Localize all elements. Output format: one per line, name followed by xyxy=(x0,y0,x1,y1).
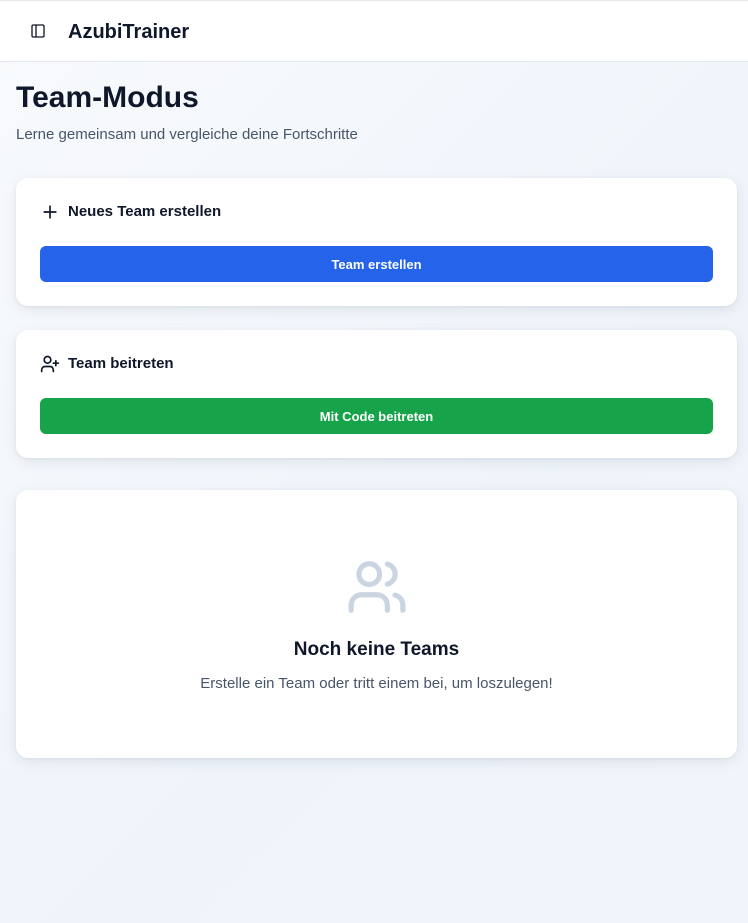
sidebar-toggle-button[interactable] xyxy=(24,17,52,45)
page-subtitle: Lerne gemeinsam und vergleiche deine For… xyxy=(16,126,358,143)
join-team-card: Team beitreten Mit Code beitreten xyxy=(16,330,737,458)
create-team-button[interactable]: Team erstellen xyxy=(40,246,713,282)
join-with-code-button[interactable]: Mit Code beitreten xyxy=(40,398,713,434)
app-title: AzubiTrainer xyxy=(68,21,190,43)
create-team-header: Neues Team erstellen xyxy=(40,202,221,222)
join-team-heading: Team beitreten xyxy=(68,355,174,372)
join-team-header: Team beitreten xyxy=(40,354,174,374)
page-title: Team-Modus xyxy=(16,81,199,114)
create-team-heading: Neues Team erstellen xyxy=(68,203,222,220)
create-team-card: Neues Team erstellen Team erstellen xyxy=(16,178,737,306)
empty-state-card: Noch keine Teams Erstelle ein Team oder … xyxy=(16,490,737,758)
user-plus-icon xyxy=(40,355,60,373)
sidebar-panel-icon xyxy=(31,24,45,38)
plus-icon xyxy=(43,205,57,219)
users-icon xyxy=(348,561,406,613)
top-bar: AzubiTrainer xyxy=(0,0,748,62)
empty-state-title: Noch keine Teams xyxy=(293,639,460,660)
empty-state-text: Erstelle ein Team oder tritt einem bei, … xyxy=(200,675,553,692)
